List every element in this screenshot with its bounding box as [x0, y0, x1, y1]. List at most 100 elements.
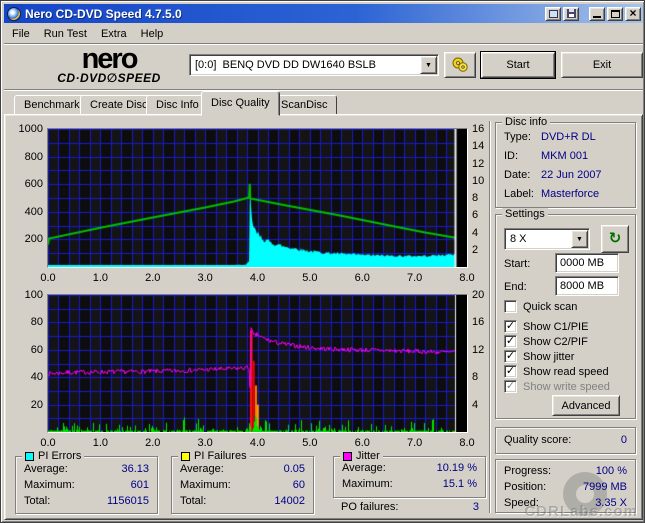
chevron-down-icon[interactable]: ▼ — [571, 230, 588, 248]
right-axis-tick: 16 — [472, 316, 485, 329]
title-bar: Nero CD-DVD Speed 4.7.5.0 × — [4, 4, 643, 23]
menu-help[interactable]: Help — [134, 27, 171, 41]
chevron-down-icon[interactable]: ▼ — [420, 56, 437, 74]
right-axis-tick: 8 — [472, 192, 479, 204]
cd-dvd-speed-logo-text: CD·DVD∅SPEED — [57, 71, 161, 85]
disc-id-value: MKM 001 — [541, 150, 589, 162]
left-axis-tick: 800 — [24, 150, 43, 163]
start-position-label: Start: — [504, 258, 531, 270]
tab-scandisc[interactable]: ScanDisc — [271, 95, 338, 116]
close-icon: × — [629, 6, 637, 20]
pif-jitter-chart — [47, 294, 468, 433]
po-failures-row: PO failures: 3 — [341, 501, 479, 513]
pif-total-value: 14002 — [274, 495, 305, 507]
x-axis-tick: 2.0 — [145, 272, 161, 284]
x-axis-tick: 8.0 — [459, 437, 475, 449]
pif-average-value: 0.05 — [283, 463, 305, 475]
scan-speed-value: 8 X — [510, 233, 527, 245]
x-axis-tick: 6.0 — [354, 272, 370, 284]
menu-file[interactable]: File — [5, 27, 37, 41]
minimize-button[interactable] — [589, 6, 605, 21]
scan-speed-select[interactable]: 8 X ▼ — [504, 228, 590, 250]
po-failures-label: PO failures: — [341, 501, 399, 513]
pif-maximum-value: 60 — [292, 479, 305, 491]
exit-button[interactable]: Exit — [561, 52, 643, 78]
report-icon — [548, 9, 558, 18]
right-axis-tick: 10 — [472, 174, 485, 187]
jitter-maximum-label: Maximum: — [342, 478, 393, 490]
x-axis-tick: 4.0 — [249, 437, 266, 449]
show-write-speed-checkbox[interactable]: ✓ — [504, 380, 517, 393]
eject-disc-icon — [452, 57, 468, 72]
quick-scan-checkbox[interactable] — [504, 300, 517, 313]
pie-maximum-value: 601 — [130, 479, 149, 491]
end-position-input[interactable]: 8000 MB — [555, 276, 619, 296]
maximize-button[interactable] — [607, 6, 623, 21]
settings-group: Settings 8 X ▼ ↻ Start: 0000 MB End: 800… — [495, 208, 636, 419]
checkbox-quick-scan[interactable]: Quick scan — [504, 300, 577, 313]
checkbox-show-c2-pif[interactable]: ✓ Show C2/PIF — [504, 335, 588, 348]
right-axis-tick: 16 — [472, 123, 485, 135]
x-axis-tick: 5.0 — [302, 437, 318, 449]
eject-disc-button[interactable] — [444, 52, 476, 78]
pie-average-label: Average: — [24, 463, 68, 475]
menu-extra[interactable]: Extra — [94, 27, 134, 41]
pie-average-value: 36.13 — [121, 463, 149, 475]
show-c1-pie-checkbox[interactable]: ✓ — [504, 320, 517, 333]
right-axis-tick: 12 — [472, 343, 485, 356]
checkbox-show-c1-pie[interactable]: ✓ Show C1/PIE — [504, 320, 588, 333]
drive-select-value: [0:0] BENQ DVD DD DW1640 BSLB — [195, 59, 376, 71]
left-axis-tick: 80 — [30, 316, 43, 329]
pi-errors-chart — [47, 128, 468, 268]
right-axis-tick: 12 — [472, 157, 485, 170]
right-axis-tick: 4 — [472, 398, 479, 411]
quality-score-group: Quality score: 0 — [495, 427, 636, 454]
left-axis-tick: 600 — [24, 178, 43, 191]
pif-maximum-label: Maximum: — [180, 479, 231, 491]
settings-title: Settings — [502, 208, 548, 220]
quality-score-label: Quality score: — [504, 434, 572, 446]
pif-jitter-chart-canvas — [48, 295, 467, 432]
x-axis-tick: 5.0 — [302, 272, 318, 284]
app-window: Nero CD-DVD Speed 4.7.5.0 × File Run Tes… — [0, 0, 645, 523]
show-read-speed-checkbox[interactable]: ✓ — [504, 365, 517, 378]
show-c2-pif-checkbox[interactable]: ✓ — [504, 335, 517, 348]
progress-value: 100 % — [595, 465, 627, 477]
left-axis-tick: 40 — [30, 371, 43, 384]
refresh-button[interactable]: ↻ — [601, 225, 629, 253]
jitter-title: Jitter — [356, 450, 380, 462]
menu-run-test[interactable]: Run Test — [37, 27, 94, 41]
x-axis-tick: 0.0 — [40, 437, 56, 449]
pi-failures-swatch — [181, 451, 190, 461]
show-jitter-checkbox[interactable]: ✓ — [504, 350, 517, 363]
close-button[interactable]: × — [625, 6, 641, 21]
progress-group: Progress: 100 % Position: 7999 MB Speed: 3.… — [495, 459, 636, 516]
checkbox-show-read-speed[interactable]: ✓ Show read speed — [504, 365, 609, 378]
disc-type-value: DVD+R DL — [541, 131, 596, 143]
x-axis-tick: 7.0 — [406, 437, 423, 449]
x-axis-tick: 1.0 — [92, 272, 109, 284]
tab-benchmark[interactable]: Benchmark — [14, 95, 90, 116]
start-button[interactable]: Start — [481, 52, 555, 78]
pif-average-label: Average: — [180, 463, 224, 475]
menu-bar: File Run Test Extra Help — [5, 25, 642, 42]
tab-disc-quality[interactable]: Disc Quality — [201, 91, 280, 116]
left-axis-tick: 60 — [30, 343, 43, 356]
advanced-button[interactable]: Advanced — [552, 395, 620, 416]
position-value: 7999 MB — [582, 481, 627, 493]
disc-id-label: ID: — [504, 150, 519, 162]
report-button[interactable] — [545, 6, 561, 21]
drive-select[interactable]: [0:0] BENQ DVD DD DW1640 BSLB ▼ — [189, 54, 439, 76]
save-button[interactable] — [563, 6, 579, 21]
pi-errors-title: PI Errors — [38, 450, 82, 462]
left-axis-tick: 1000 — [18, 123, 43, 135]
right-axis-tick: 6 — [472, 209, 479, 222]
right-axis-tick: 2 — [472, 243, 479, 256]
checkbox-show-write-speed[interactable]: ✓ Show write speed — [504, 380, 610, 393]
tab-disc-info[interactable]: Disc Info — [146, 95, 209, 116]
maximize-icon — [610, 9, 620, 18]
checkbox-show-jitter[interactable]: ✓ Show jitter — [504, 350, 574, 363]
left-axis-tick: 200 — [24, 233, 43, 246]
start-position-input[interactable]: 0000 MB — [555, 253, 619, 273]
disc-date-value: 22 Jun 2007 — [541, 169, 602, 181]
